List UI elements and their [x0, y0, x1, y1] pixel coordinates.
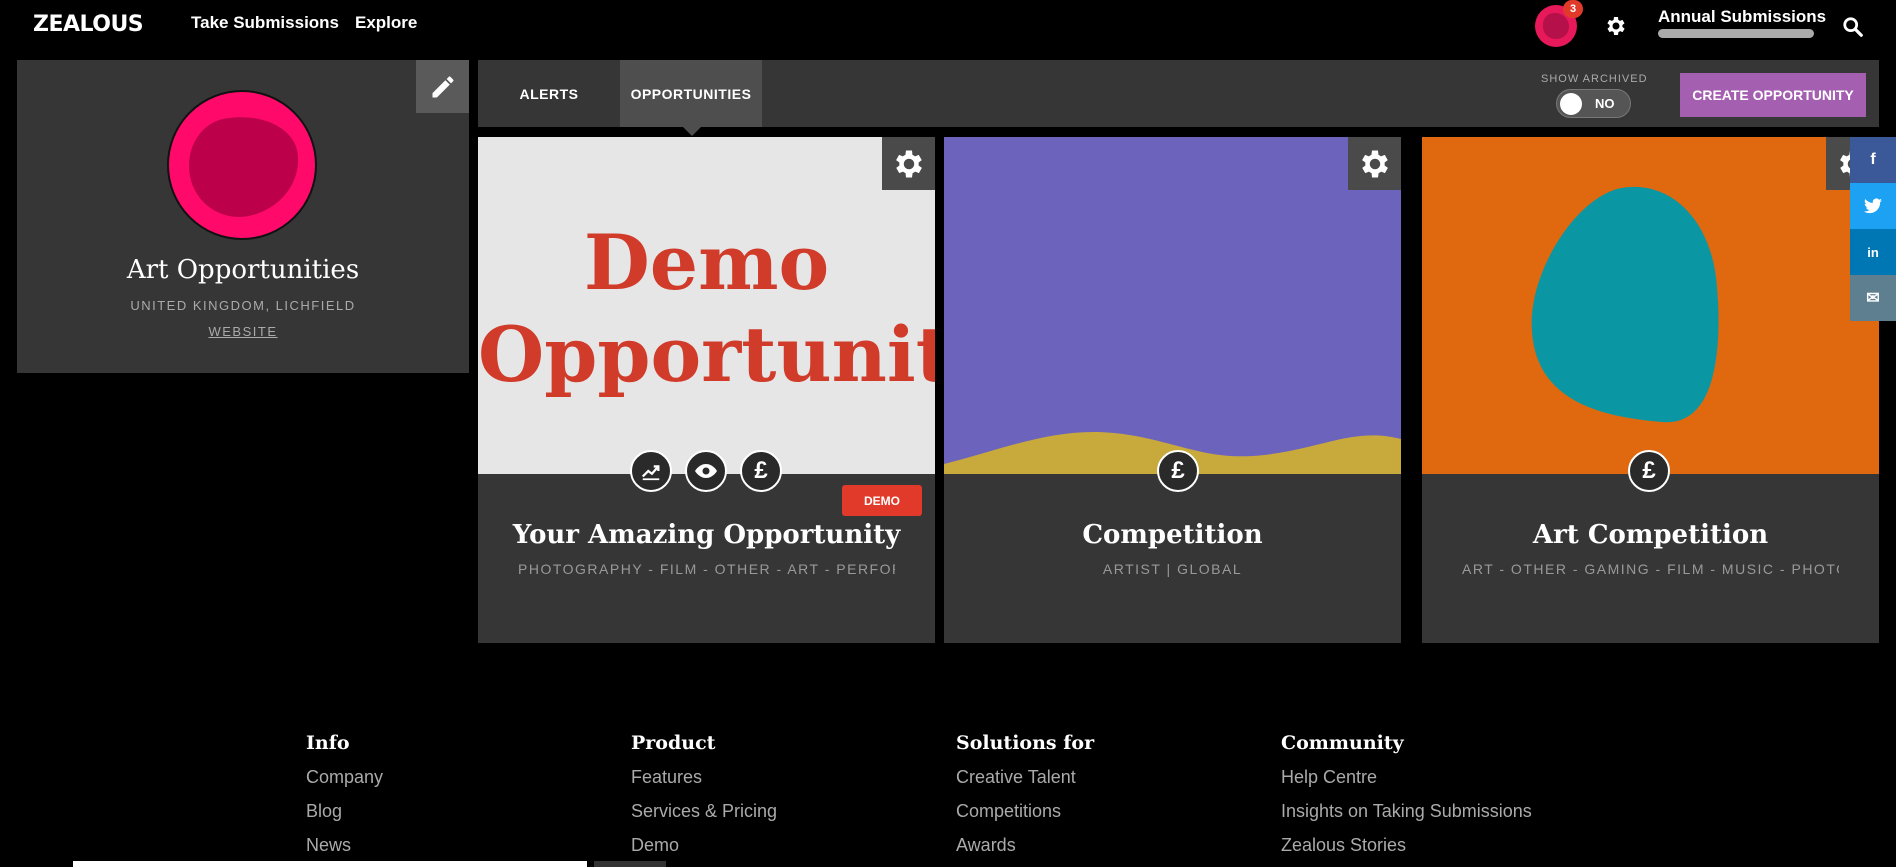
opportunity-card[interactable]: £ Competition ARTIST | GLOBAL: [944, 137, 1401, 643]
footer-link-help-centre[interactable]: Help Centre: [1281, 766, 1532, 800]
notification-badge[interactable]: 3: [1563, 0, 1583, 18]
profile-avatar: [167, 90, 317, 240]
footer-col-info: Info Company Blog News: [306, 732, 383, 867]
nav-take-submissions[interactable]: Take Submissions: [191, 13, 339, 33]
profile-title: Art Opportunities: [126, 255, 360, 285]
account-bar: [1658, 29, 1814, 38]
search-icon[interactable]: [1842, 16, 1864, 38]
footer-link-services-pricing[interactable]: Services & Pricing: [631, 800, 777, 834]
footer-link-insights[interactable]: Insights on Taking Submissions: [1281, 800, 1532, 834]
cookie-bar-edge: [73, 861, 587, 867]
card-tags: ART - OTHER - GAMING - FILM - MUSIC - PH…: [1462, 561, 1839, 577]
account-name[interactable]: Annual Submissions: [1658, 7, 1826, 27]
footer-link-company[interactable]: Company: [306, 766, 383, 800]
card-title[interactable]: Competition: [944, 520, 1401, 550]
profile-card: Art Opportunities UNITED KINGDOM, LICHFI…: [17, 60, 469, 373]
email-share-icon[interactable]: ✉: [1850, 275, 1896, 321]
gear-icon: [1361, 150, 1388, 177]
active-tab-indicator: [683, 127, 701, 136]
tab-alerts[interactable]: ALERTS: [478, 60, 620, 127]
eye-icon[interactable]: [685, 450, 727, 492]
footer-link-competitions[interactable]: Competitions: [956, 800, 1094, 834]
profile-website-link[interactable]: WEBSITE: [17, 324, 469, 339]
card-settings-button[interactable]: [882, 137, 935, 190]
card-tags: ARTIST | GLOBAL: [1102, 561, 1243, 577]
footer-heading: Info: [306, 732, 350, 754]
footer-heading: Product: [631, 732, 716, 754]
card-image[interactable]: [944, 137, 1401, 474]
linkedin-share-icon[interactable]: in: [1850, 229, 1896, 275]
footer-link-blog[interactable]: Blog: [306, 800, 383, 834]
footer-heading: Solutions for: [956, 732, 1095, 754]
toggle-value: NO: [1595, 96, 1615, 111]
footer-link-zealous-stories[interactable]: Zealous Stories: [1281, 834, 1532, 867]
card-image[interactable]: Demo Opportunity: [478, 137, 935, 474]
show-archived-toggle[interactable]: NO: [1556, 89, 1631, 118]
tab-opportunities[interactable]: OPPORTUNITIES: [620, 60, 762, 127]
twitter-share-icon[interactable]: [1850, 183, 1896, 229]
pound-icon[interactable]: £: [1157, 450, 1199, 492]
footer-col-community: Community Help Centre Insights on Taking…: [1281, 732, 1532, 867]
footer-link-creative-talent[interactable]: Creative Talent: [956, 766, 1094, 800]
card-settings-button[interactable]: [1348, 137, 1401, 190]
footer-heading: Community: [1281, 732, 1404, 754]
card-image[interactable]: [1422, 137, 1879, 474]
nav-explore[interactable]: Explore: [355, 13, 417, 33]
cookie-bar-button-edge[interactable]: [594, 861, 666, 867]
settings-gear-icon[interactable]: [1604, 14, 1628, 38]
create-opportunity-button[interactable]: CREATE OPPORTUNITY: [1680, 73, 1866, 117]
edit-profile-button[interactable]: [416, 60, 469, 113]
gear-icon: [895, 150, 922, 177]
card-tags: PHOTOGRAPHY - FILM - OTHER - ART - PERFO…: [518, 561, 895, 577]
pencil-icon: [432, 75, 453, 97]
card-title[interactable]: Art Competition: [1422, 520, 1879, 550]
pound-icon[interactable]: £: [1628, 450, 1670, 492]
opportunity-card[interactable]: £ Art Competition ART - OTHER - GAMING -…: [1422, 137, 1879, 643]
pound-icon[interactable]: £: [740, 450, 782, 492]
footer-link-features[interactable]: Features: [631, 766, 777, 800]
zealous-logo[interactable]: ZEALOUS: [33, 12, 144, 37]
profile-location: UNITED KINGDOM, LICHFIELD: [130, 298, 356, 313]
stats-icon[interactable]: [630, 450, 672, 492]
tab-bar: ALERTS OPPORTUNITIES: [478, 60, 1879, 127]
top-navigation: ZEALOUS Take Submissions Explore 3 Annua…: [0, 0, 1896, 48]
facebook-share-icon[interactable]: f: [1850, 137, 1896, 183]
card-image-text: Demo Opportunity: [478, 218, 935, 399]
footer-col-solutions: Solutions for Creative Talent Competitio…: [956, 732, 1094, 867]
demo-badge: DEMO: [842, 485, 922, 516]
card-title[interactable]: Your Amazing Opportunity: [478, 520, 935, 550]
show-archived-label: SHOW ARCHIVED: [1541, 73, 1648, 85]
footer-link-awards[interactable]: Awards: [956, 834, 1094, 867]
footer-col-product: Product Features Services & Pricing Demo: [631, 732, 777, 867]
opportunity-card[interactable]: Demo Opportunity £ DEMO Your Amazing Opp…: [478, 137, 935, 643]
